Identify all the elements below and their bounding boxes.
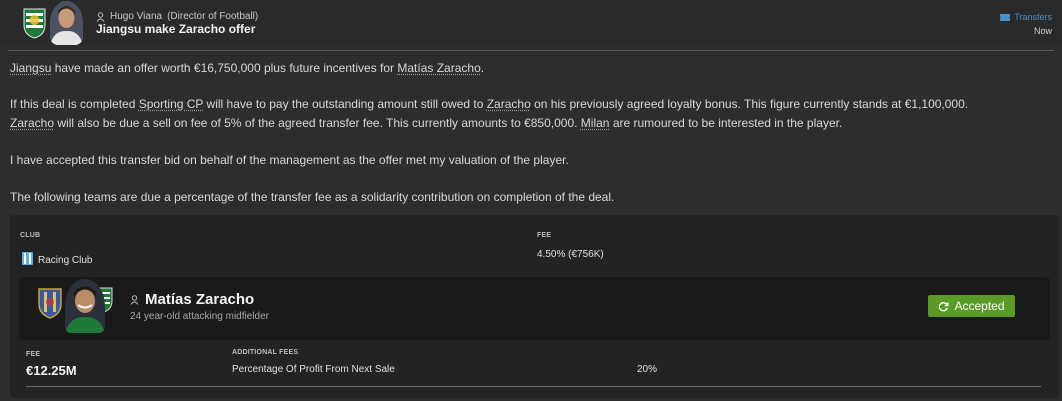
player-avatar[interactable] (65, 279, 105, 333)
additional-fee-item: Percentage Of Profit From Next Sale (232, 364, 395, 375)
paragraph-loyalty: If this deal is completed Sporting CP wi… (10, 95, 1055, 113)
link-milan[interactable]: Milan (581, 116, 610, 130)
message-header: Hugo Viana (Director of Football) Jiangs… (0, 0, 1062, 46)
category-tag-label: Transfers (1014, 12, 1052, 22)
text-span: will have to pay the outstanding amount … (203, 97, 487, 111)
sender-line: Hugo Viana (Director of Football) (96, 11, 258, 22)
category-tag[interactable]: Transfers (1000, 12, 1052, 22)
player-name[interactable]: Matías Zaracho (145, 291, 254, 308)
text-span: on his previously agreed loyalty bonus. … (530, 97, 969, 111)
panel-divider (26, 386, 1041, 387)
paragraph-sell-on: Zaracho will also be due a sell on fee o… (10, 114, 1055, 132)
text-span: will also be due a sell on fee of 5% of … (54, 116, 581, 130)
player-name-row: Matías Zaracho (130, 291, 254, 308)
racing-club-crest-icon[interactable] (22, 252, 33, 265)
accepted-status-label: Accepted (954, 299, 1005, 313)
link-jiangsu[interactable]: Jiangsu (10, 61, 51, 75)
link-sporting[interactable]: Sporting CP (139, 97, 203, 111)
paragraph-solidarity: The following teams are due a percentage… (10, 190, 615, 204)
accepted-status-button[interactable]: Accepted (928, 295, 1015, 317)
deal-panel: CLUB FEE Racing Club 4.50% (€756K) Matía… (10, 215, 1059, 398)
deal-fee-value: €12.25M (26, 363, 77, 378)
fee-column-header: FEE (537, 232, 552, 239)
sender-role: (Director of Football) (167, 11, 259, 22)
ticket-icon (1000, 13, 1011, 21)
player-card: Matías Zaracho 24 year-old attacking mid… (19, 277, 1050, 340)
text-span: . (480, 61, 485, 75)
club-column-header: CLUB (20, 232, 41, 239)
player-description: 24 year-old attacking midfielder (130, 311, 269, 322)
sender-avatar[interactable] (50, 1, 83, 45)
text-span: have made an offer worth €16,750,000 plu… (51, 61, 398, 75)
message-time: Now (1033, 26, 1052, 36)
refresh-icon (939, 301, 949, 311)
solidarity-fee: 4.50% (€756K) (537, 249, 604, 260)
text-span: If this deal is completed (10, 97, 139, 111)
link-player[interactable]: Zaracho (10, 116, 54, 130)
solidarity-club-name[interactable]: Racing Club (38, 255, 92, 266)
header-divider (8, 50, 1054, 51)
text-span: are rumoured to be interested in the pla… (609, 116, 843, 130)
additional-fee-value: 20% (637, 364, 658, 375)
paragraph-offer: Jiangsu have made an offer worth €16,750… (10, 59, 1055, 77)
person-icon (130, 294, 139, 305)
additional-fees-label: ADDITIONAL FEES (232, 349, 299, 356)
paragraph-accepted: I have accepted this transfer bid on beh… (10, 153, 569, 167)
racing-club-badge-icon[interactable] (37, 287, 63, 319)
sporting-crest-icon[interactable] (21, 7, 48, 39)
link-player[interactable]: Zaracho (487, 97, 531, 111)
sender-name[interactable]: Hugo Viana (110, 11, 162, 22)
link-player[interactable]: Matías Zaracho (397, 61, 480, 75)
message-headline: Jiangsu make Zaracho offer (96, 22, 256, 36)
deal-fee-label: FEE (26, 351, 41, 358)
person-icon (96, 11, 105, 22)
